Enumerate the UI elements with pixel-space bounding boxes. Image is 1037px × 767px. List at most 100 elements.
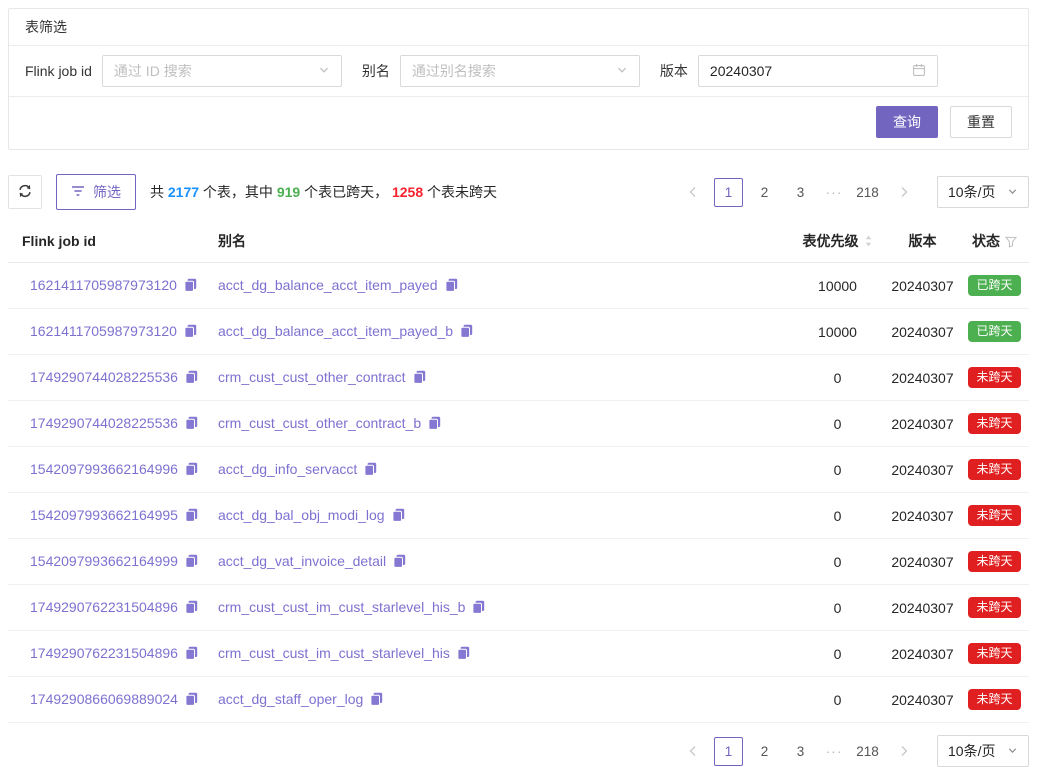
copy-icon[interactable] — [185, 692, 198, 709]
summary-text: 个表，其中 — [199, 184, 277, 200]
page-size-label: 10条/页 — [948, 741, 995, 761]
page-button-1[interactable]: 1 — [714, 178, 743, 207]
alias-select[interactable]: 通过别名搜索 — [400, 55, 640, 87]
reset-button[interactable]: 重置 — [950, 106, 1012, 138]
column-header-status[interactable]: 状态 — [960, 220, 1029, 263]
filter-button[interactable]: 筛选 — [56, 174, 136, 210]
column-header-alias: 别名 — [210, 220, 790, 263]
next-page-button[interactable] — [889, 737, 918, 766]
column-header-flink-job-id: Flink job id — [8, 220, 210, 263]
copy-icon[interactable] — [364, 462, 377, 479]
alias-link[interactable]: acct_dg_info_servacct — [218, 461, 357, 477]
version-value: 20240307 — [885, 401, 960, 447]
copy-icon[interactable] — [185, 554, 198, 571]
copy-icon[interactable] — [185, 416, 198, 433]
copy-icon[interactable] — [392, 508, 405, 525]
alias-link[interactable]: acct_dg_balance_acct_item_payed_b — [218, 323, 453, 339]
table-row: 1542097993662164995 acct_dg_bal_obj_modi… — [8, 493, 1029, 539]
prev-page-button[interactable] — [678, 178, 707, 207]
flink-job-id-link[interactable]: 1542097993662164995 — [30, 507, 178, 523]
page-size-select[interactable]: 10条/页 — [937, 176, 1029, 208]
page-button-2[interactable]: 2 — [750, 737, 779, 766]
page-ellipsis[interactable]: ··· — [822, 184, 846, 200]
priority-value: 0 — [790, 539, 885, 585]
uncrossed-count: 1258 — [392, 184, 423, 200]
alias-link[interactable]: acct_dg_vat_invoice_detail — [218, 553, 386, 569]
priority-value: 0 — [790, 401, 885, 447]
alias-link[interactable]: crm_cust_cust_im_cust_starlevel_his_b — [218, 599, 465, 615]
copy-icon[interactable] — [472, 600, 485, 617]
copy-icon[interactable] — [185, 646, 198, 663]
flink-job-id-link[interactable]: 1749290762231504896 — [30, 599, 178, 615]
flink-job-id-link[interactable]: 1621411705987973120 — [30, 323, 177, 339]
page-button-3[interactable]: 3 — [786, 178, 815, 207]
flink-job-id-field: Flink job id 通过 ID 搜索 — [25, 55, 342, 87]
page-button-last[interactable]: 218 — [853, 737, 882, 766]
copy-icon[interactable] — [393, 554, 406, 571]
query-button[interactable]: 查询 — [876, 106, 938, 138]
chevron-down-icon — [318, 63, 330, 79]
version-date-input[interactable]: 20240307 — [698, 55, 938, 87]
flink-job-id-select[interactable]: 通过 ID 搜索 — [102, 55, 342, 87]
priority-value: 0 — [790, 447, 885, 493]
table-row: 1542097993662164999 acct_dg_vat_invoice_… — [8, 539, 1029, 585]
alias-placeholder: 通过别名搜索 — [412, 61, 496, 81]
copy-icon[interactable] — [185, 600, 198, 617]
filter-actions-row: 查询 重置 — [9, 97, 1028, 149]
table-row: 1749290744028225536 crm_cust_cust_other_… — [8, 355, 1029, 401]
filter-card-title: 表筛选 — [25, 19, 67, 35]
page-button-1[interactable]: 1 — [714, 737, 743, 766]
alias-link[interactable]: crm_cust_cust_other_contract — [218, 369, 406, 385]
page-button-3[interactable]: 3 — [786, 737, 815, 766]
filter-row: Flink job id 通过 ID 搜索 别名 通过别名搜索 — [9, 46, 1028, 97]
version-value: 20240307 — [885, 631, 960, 677]
alias-field: 别名 通过别名搜索 — [362, 55, 640, 87]
copy-icon[interactable] — [457, 646, 470, 663]
filter-funnel-icon[interactable] — [1005, 235, 1017, 251]
prev-page-button[interactable] — [678, 737, 707, 766]
refresh-button[interactable] — [8, 175, 42, 209]
copy-icon[interactable] — [185, 370, 198, 387]
copy-icon[interactable] — [185, 508, 198, 525]
crossed-count: 919 — [277, 184, 300, 200]
priority-value: 0 — [790, 355, 885, 401]
copy-icon[interactable] — [184, 324, 197, 341]
alias-link[interactable]: acct_dg_staff_oper_log — [218, 691, 363, 707]
table-row: 1621411705987973120 acct_dg_balance_acct… — [8, 309, 1029, 355]
next-page-button[interactable] — [889, 178, 918, 207]
status-badge: 已跨天 — [968, 321, 1020, 342]
summary-text: 个表未跨天 — [423, 184, 497, 200]
version-date-value: 20240307 — [710, 63, 772, 79]
flink-job-id-link[interactable]: 1749290762231504896 — [30, 645, 178, 661]
flink-job-id-link[interactable]: 1621411705987973120 — [30, 277, 177, 293]
flink-job-id-link[interactable]: 1749290744028225536 — [30, 415, 178, 431]
flink-job-id-link[interactable]: 1749290866069889024 — [30, 691, 178, 707]
version-value: 20240307 — [885, 585, 960, 631]
copy-icon[interactable] — [445, 278, 458, 295]
page-button-last[interactable]: 218 — [853, 178, 882, 207]
status-badge: 未跨天 — [968, 643, 1020, 664]
page-size-select[interactable]: 10条/页 — [937, 735, 1029, 767]
alias-link[interactable]: acct_dg_bal_obj_modi_log — [218, 507, 385, 523]
bottom-pagination-bar: 1 2 3 ··· 218 10条/页 — [678, 735, 1029, 767]
flink-job-id-link[interactable]: 1749290744028225536 — [30, 369, 178, 385]
column-header-priority[interactable]: 表优先级 — [790, 220, 885, 263]
flink-job-id-link[interactable]: 1542097993662164996 — [30, 461, 178, 477]
copy-icon[interactable] — [460, 324, 473, 341]
sort-carets-icon[interactable] — [864, 235, 873, 251]
flink-job-id-link[interactable]: 1542097993662164999 — [30, 553, 178, 569]
copy-icon[interactable] — [428, 416, 441, 433]
copy-icon[interactable] — [185, 462, 198, 479]
alias-link[interactable]: acct_dg_balance_acct_item_payed — [218, 277, 438, 293]
copy-icon[interactable] — [370, 692, 383, 709]
top-pagination-bar: 1 2 3 ··· 218 10条/页 — [678, 176, 1029, 208]
alias-link[interactable]: crm_cust_cust_other_contract_b — [218, 415, 421, 431]
flink-job-id-label: Flink job id — [25, 63, 92, 79]
page-ellipsis[interactable]: ··· — [822, 743, 846, 759]
copy-icon[interactable] — [184, 278, 197, 295]
page-button-2[interactable]: 2 — [750, 178, 779, 207]
copy-icon[interactable] — [413, 370, 426, 387]
alias-link[interactable]: crm_cust_cust_im_cust_starlevel_his — [218, 645, 450, 661]
priority-value: 0 — [790, 585, 885, 631]
footer-bar: 1 2 3 ··· 218 10条/页 — [8, 735, 1029, 767]
